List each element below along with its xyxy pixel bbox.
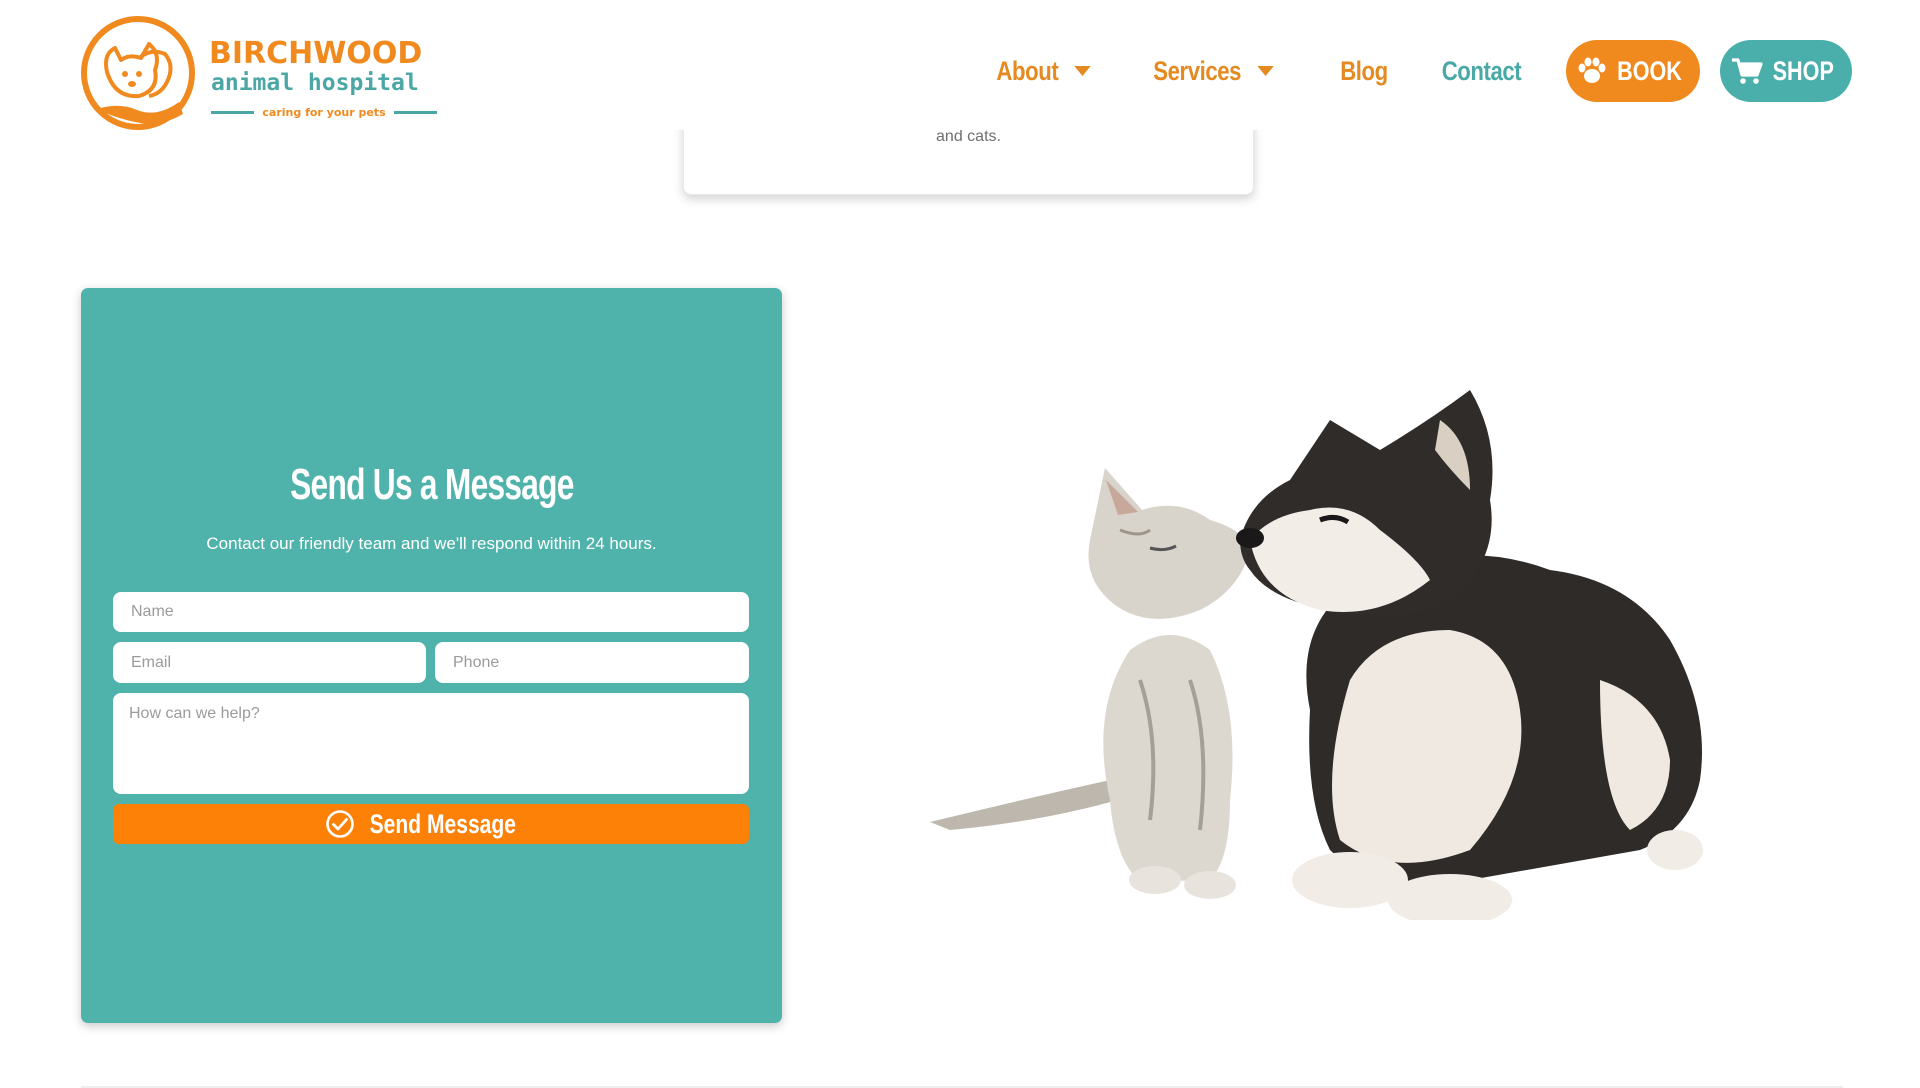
check-circle-icon xyxy=(326,810,355,838)
cart-icon xyxy=(1731,58,1763,84)
form-subtitle: Contact our friendly team and we'll resp… xyxy=(206,534,657,553)
send-message-button[interactable]: Send Message xyxy=(113,804,749,844)
site-header: BIRCHWOOD animal hospital caring for you… xyxy=(0,0,1920,130)
nav-blog[interactable]: Blog xyxy=(1340,56,1388,87)
nav-services-label: Services xyxy=(1153,55,1241,86)
paw-icon xyxy=(1578,57,1605,83)
site-logo[interactable]: BIRCHWOOD animal hospital caring for you… xyxy=(79,14,439,132)
pet-logo-icon xyxy=(81,16,195,130)
nav-contact[interactable]: Contact xyxy=(1442,56,1522,87)
name-input[interactable] xyxy=(113,592,749,632)
service-card-text: and cats. xyxy=(936,128,1001,145)
form-title: Send Us a Message xyxy=(81,460,782,510)
email-input[interactable] xyxy=(113,642,426,683)
shop-button-label: SHOP xyxy=(1772,55,1834,86)
book-button[interactable]: BOOK xyxy=(1566,40,1700,102)
chevron-down-icon xyxy=(1075,66,1092,76)
nav-about-label: About xyxy=(996,55,1059,86)
nav-about[interactable]: About xyxy=(997,56,1092,87)
book-button-label: BOOK xyxy=(1616,55,1682,86)
send-message-label: Send Message xyxy=(369,808,517,839)
main-nav: About Services Blog Contact BOOK SHOP xyxy=(986,40,1852,102)
tagline-rule-left xyxy=(211,111,255,114)
message-textarea[interactable] xyxy=(113,693,749,794)
phone-input[interactable] xyxy=(435,642,749,683)
chevron-down-icon xyxy=(1257,66,1274,76)
nav-services[interactable]: Services xyxy=(1153,56,1274,87)
tagline-text: caring for your pets xyxy=(262,106,386,119)
kitten-and-puppy-image xyxy=(930,390,1703,920)
shop-button[interactable]: SHOP xyxy=(1720,40,1852,102)
logo-subtitle: animal hospital xyxy=(211,70,419,96)
logo-brand-name: BIRCHWOOD xyxy=(209,36,423,71)
tagline-rule-right xyxy=(393,111,438,114)
form-title-text: Send Us a Message xyxy=(289,460,574,509)
contact-form-card: Send Us a Message Contact our friendly t… xyxy=(81,288,782,1023)
logo-tagline: caring for your pets xyxy=(211,106,438,119)
